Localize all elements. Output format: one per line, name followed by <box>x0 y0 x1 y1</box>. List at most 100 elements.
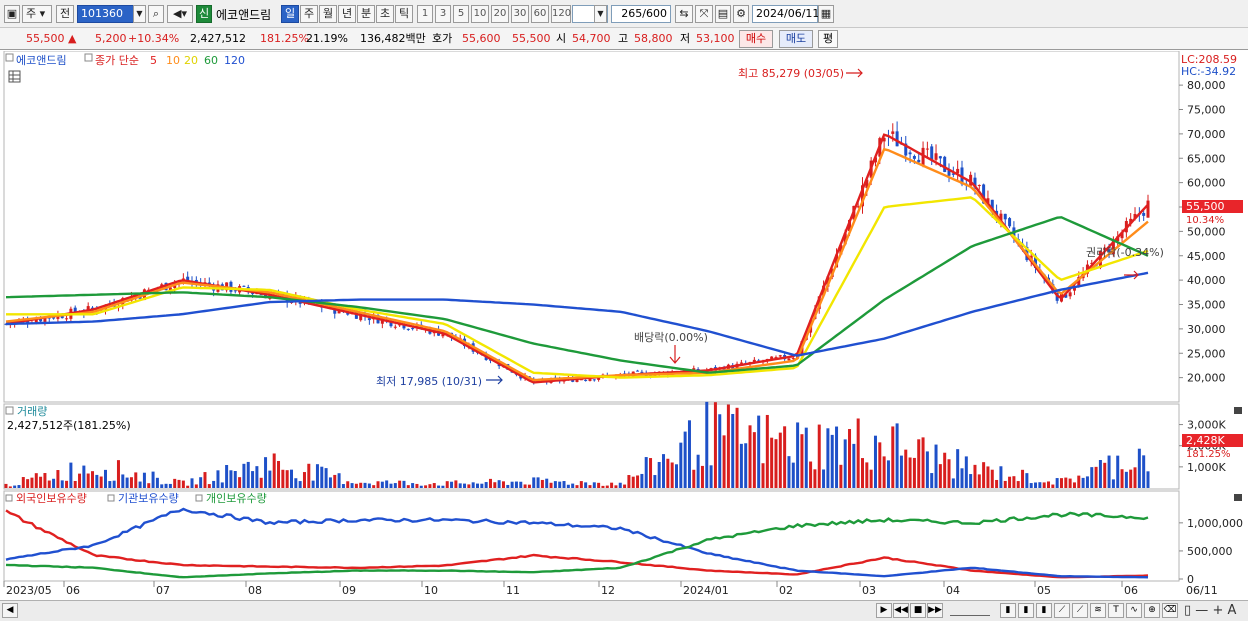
cross-icon[interactable]: ⤧ <box>695 5 713 23</box>
window-menu-icon[interactable]: ▣ <box>4 5 20 23</box>
volume-info: 2,427,512주(181.25%) <box>7 419 131 432</box>
text-tool-icon[interactable]: T <box>1108 603 1124 618</box>
tab-period-3[interactable]: 년 <box>338 5 356 23</box>
volume-bar <box>605 485 609 488</box>
interval-button-3[interactable]: 3 <box>435 5 451 23</box>
volume-bar <box>367 483 371 488</box>
volume-bar <box>173 478 177 488</box>
market-select[interactable]: 주 ▾ <box>22 5 52 23</box>
erase-icon[interactable]: ⌫ <box>1162 603 1178 618</box>
tab-period-4[interactable]: 분 <box>357 5 375 23</box>
volume-bar <box>575 485 579 488</box>
scroll-left-icon[interactable]: ◀ <box>2 603 18 618</box>
volume-bar <box>1146 471 1150 488</box>
interval-button-5[interactable]: 5 <box>453 5 469 23</box>
volume-last-pct: 181.25% <box>1186 449 1231 460</box>
volume-bar <box>579 481 583 488</box>
date-input[interactable]: 2024/06/11 <box>752 5 819 23</box>
legend-ma-title: 종가 단순 <box>95 54 139 67</box>
search-icon[interactable]: ⌕ <box>148 5 164 23</box>
fibonacci-icon[interactable]: ≋ <box>1090 603 1106 618</box>
bar-icon[interactable]: ▮ <box>1036 603 1052 618</box>
first-page-icon[interactable]: ◀◀ <box>893 603 909 618</box>
volume-bar <box>934 444 938 488</box>
zoom-slider[interactable] <box>950 605 990 616</box>
volume-bar <box>692 469 696 488</box>
volume-bar <box>86 473 90 488</box>
zoom-in-icon[interactable]: + <box>1212 603 1223 618</box>
zoom-out-icon[interactable]: — <box>1195 603 1208 618</box>
holding-panel-close-icon[interactable] <box>1234 494 1242 501</box>
volume-bar <box>514 481 518 488</box>
scale-icon[interactable]: ▯ <box>1184 603 1191 618</box>
interval-button-20[interactable]: 20 <box>491 5 509 23</box>
interval-button-30[interactable]: 30 <box>511 5 529 23</box>
trendline-icon[interactable]: ⟋ <box>1072 603 1088 618</box>
volume-bar <box>982 462 986 488</box>
volume-panel-close-icon[interactable] <box>1234 407 1242 414</box>
volume-bar <box>147 483 151 488</box>
prev-button[interactable]: 전 <box>56 5 74 23</box>
bar-icon[interactable]: ▮ <box>1018 603 1034 618</box>
volume-bar <box>882 456 886 488</box>
volume-bar <box>696 454 700 488</box>
auto-scale-icon[interactable]: A <box>1227 603 1236 618</box>
calendar-icon[interactable]: ▦ <box>818 5 834 23</box>
candle-body <box>367 318 371 321</box>
trendline-icon[interactable]: ⟋ <box>1054 603 1070 618</box>
volume-bar <box>1021 469 1025 488</box>
tab-period-1[interactable]: 주 <box>300 5 318 23</box>
volume-bar <box>21 477 25 488</box>
interval-dropdown-icon[interactable]: ▼ <box>594 5 607 23</box>
interval-button-10[interactable]: 10 <box>471 5 489 23</box>
price-axis-label: 60,000 <box>1187 177 1226 190</box>
last-page-icon[interactable]: ▶▶ <box>927 603 943 618</box>
volume-bar <box>873 435 877 488</box>
volume-bar <box>354 483 358 488</box>
tab-period-6[interactable]: 틱 <box>395 5 413 23</box>
bar-count-field[interactable]: 265/600 <box>611 5 671 23</box>
wave-icon[interactable]: ∿ <box>1126 603 1142 618</box>
speaker-icon[interactable]: ◀▾ <box>167 5 193 23</box>
stock-chart[interactable]: 80,00075,00070,00065,00060,00055,00050,0… <box>0 51 1248 600</box>
code-dropdown-icon[interactable]: ▼ <box>133 5 146 23</box>
interval-button-60[interactable]: 60 <box>531 5 549 23</box>
volume-bar <box>441 485 445 488</box>
price-axis-label: 40,000 <box>1187 274 1226 287</box>
gear-icon[interactable]: ⚙ <box>733 5 749 23</box>
eval-button[interactable]: 평 <box>818 30 838 48</box>
bar-count-input[interactable]: 265 <box>621 7 642 20</box>
price-axis-label: 20,000 <box>1187 372 1226 385</box>
volume-bar <box>813 469 817 488</box>
candle-body <box>592 379 596 381</box>
volume-bar <box>1098 460 1102 488</box>
candle-body <box>938 156 942 159</box>
interval-button-120[interactable]: 120 <box>551 5 571 23</box>
volume-bar <box>1137 448 1141 488</box>
magnet-icon[interactable]: ⊕ <box>1144 603 1160 618</box>
legend-ma60: 60 <box>204 54 218 67</box>
scroll-right-icon[interactable]: ▶ <box>876 603 892 618</box>
chart-scrollbar[interactable]: ◀ ▶ ◀◀ ■ ▶▶ ▮ ▮ ▮ ⟋ ⟋ ≋ T ∿ ⊕ ⌫ ▯ — + A <box>0 600 1248 621</box>
volume-bar <box>809 461 813 488</box>
candle-body <box>778 355 782 357</box>
sell-button[interactable]: 매도 <box>779 30 813 48</box>
volume-bar <box>302 472 306 488</box>
compare-icon[interactable]: ⇆ <box>675 5 693 23</box>
x-axis-label: 05 <box>1037 584 1051 597</box>
volume-bar <box>705 401 709 488</box>
save-icon[interactable]: ▤ <box>715 5 731 23</box>
tab-period-0[interactable]: 일 <box>281 5 299 23</box>
volume-bar <box>510 481 514 488</box>
tab-period-5[interactable]: 초 <box>376 5 394 23</box>
bar-icon[interactable]: ▮ <box>1000 603 1016 618</box>
volume-bar <box>1111 479 1115 488</box>
volume-bar <box>899 455 903 488</box>
stop-icon[interactable]: ■ <box>910 603 926 618</box>
tab-period-2[interactable]: 월 <box>319 5 337 23</box>
stock-code-input[interactable]: 101360 <box>77 5 137 23</box>
buy-button[interactable]: 매수 <box>739 30 773 48</box>
interval-button-1[interactable]: 1 <box>417 5 433 23</box>
table-view-icon[interactable] <box>8 70 21 83</box>
candle-body <box>1146 200 1150 218</box>
